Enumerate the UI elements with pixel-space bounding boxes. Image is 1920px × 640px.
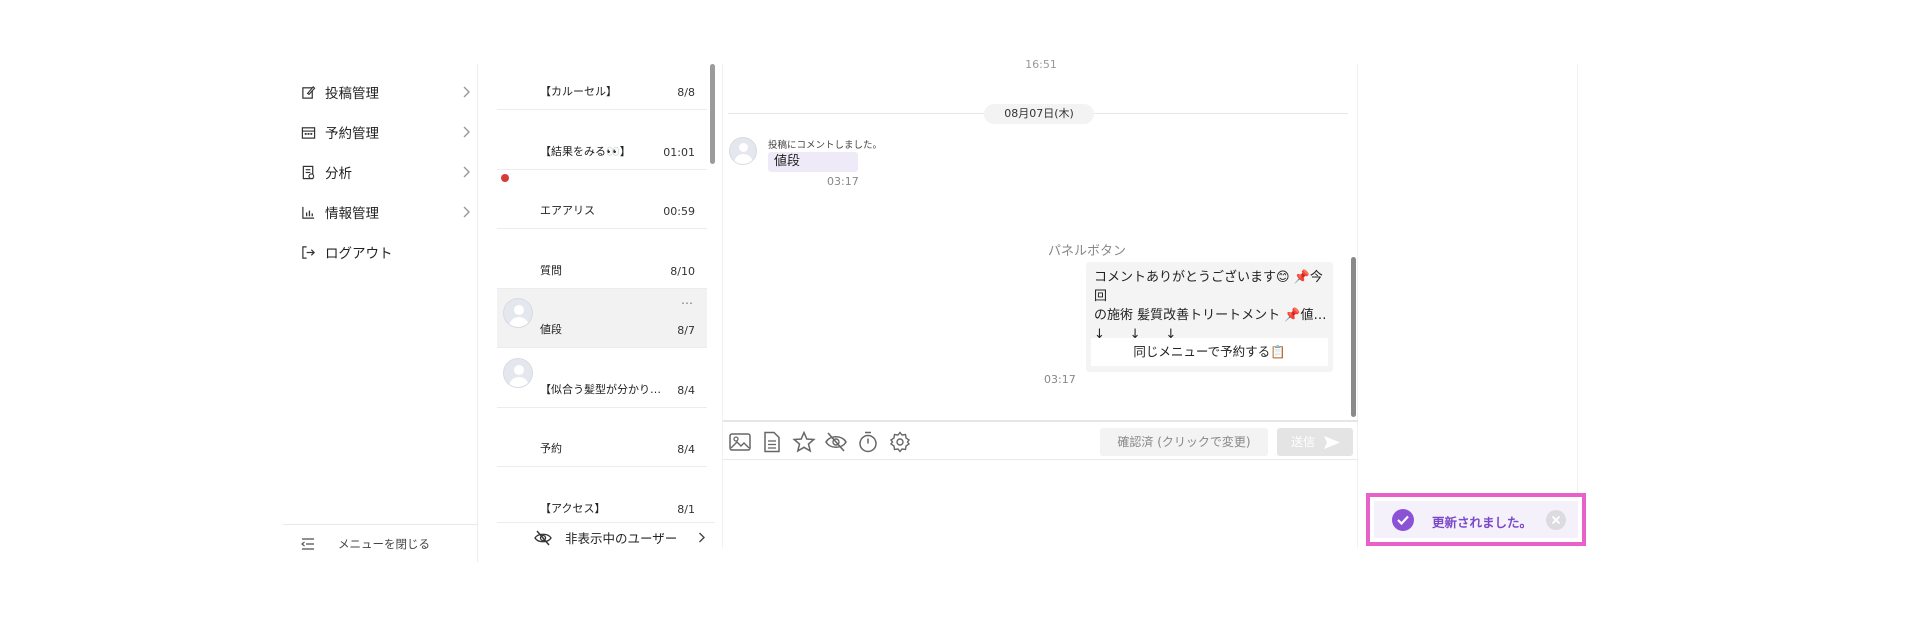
close-menu-button[interactable]: メニューを閉じる	[283, 524, 478, 562]
chevron-right-icon	[463, 166, 470, 178]
chat-scrollbar[interactable]	[1351, 257, 1356, 417]
chevron-right-icon	[463, 86, 470, 98]
more-options-icon[interactable]: …	[681, 293, 694, 307]
avatar-body	[734, 154, 753, 164]
conversation-date: 8/1	[677, 503, 695, 516]
chevron-right-icon	[463, 126, 470, 138]
message-time: 03:17	[827, 175, 859, 188]
close-mark	[1551, 515, 1561, 525]
conversation-date: 01:01	[663, 146, 695, 159]
list-item[interactable]: 【似合う髪型が分かり… 8/4	[497, 349, 707, 408]
conversation-date: 8/4	[677, 443, 695, 456]
sidebar-item-posts[interactable]: 投稿管理	[283, 74, 478, 110]
eye-off-icon	[534, 530, 552, 545]
sidebar-item-label: 情報管理	[325, 206, 379, 222]
avatar-head	[739, 143, 748, 152]
conversation-date: 8/10	[670, 265, 695, 278]
star-icon[interactable]	[792, 431, 816, 453]
sidebar-item-label: 投稿管理	[325, 86, 379, 102]
avatar-head	[514, 365, 524, 375]
confirm-status-button[interactable]: 確認済 (クリックで変更)	[1100, 428, 1268, 456]
close-icon[interactable]	[1546, 510, 1566, 530]
message-time: 03:17	[1044, 373, 1076, 386]
conversation-name: 【カルーセル】	[540, 85, 617, 98]
chat-panel: 16:51 08月07日(木) 投稿にコメントしました。 値段 03:17 パネ…	[722, 58, 1359, 548]
hidden-users-button[interactable]: 非表示中のユーザー	[497, 522, 715, 552]
check-icon	[1392, 509, 1414, 531]
list-item[interactable]: エアアリス 00:59	[497, 170, 707, 229]
timer-icon[interactable]	[856, 431, 880, 453]
eye-off-icon[interactable]	[824, 431, 848, 453]
list-item[interactable]: 【カルーセル】 8/8	[497, 64, 707, 110]
conversation-name: 【似合う髪型が分かり…	[540, 383, 661, 396]
sidebar-item-logout[interactable]: ログアウト	[283, 234, 478, 270]
send-arrow-icon	[1324, 436, 1340, 449]
avatar	[503, 298, 533, 328]
collapse-menu-icon	[301, 537, 314, 550]
incoming-message: 値段	[768, 152, 858, 172]
settings-icon[interactable]	[888, 431, 912, 453]
conversation-name: 予約	[540, 442, 562, 455]
edit-icon	[302, 85, 316, 99]
unread-dot	[501, 174, 509, 182]
panel-button-label: パネルボタン	[1048, 244, 1127, 259]
avatar	[729, 137, 757, 165]
conversation-name: 値段	[540, 323, 562, 336]
sidebar-item-reservations[interactable]: 予約管理	[283, 114, 478, 150]
list-item[interactable]: … 値段 8/7	[497, 289, 707, 348]
avatar-head	[514, 305, 524, 315]
avatar	[503, 358, 533, 388]
toast-notification: 更新されました。	[1366, 493, 1586, 546]
sidebar-item-label: 分析	[325, 166, 352, 182]
chart-icon	[302, 206, 315, 219]
message-toolbar: 確認済 (クリックで変更) 送信	[723, 420, 1359, 460]
sidebar-item-label: 予約管理	[325, 126, 379, 142]
sidebar-item-label: ログアウト	[325, 246, 393, 262]
conversation-list-scrollbar[interactable]	[710, 64, 715, 164]
outgoing-message: コメントありがとうございます😊 📌今回 の施術 髪質改善トリートメント 📌値… …	[1086, 262, 1333, 372]
image-icon[interactable]	[728, 431, 752, 453]
conversation-name: エアアリス	[540, 204, 595, 217]
conversation-date: 8/4	[677, 384, 695, 397]
right-panel	[1358, 64, 1578, 548]
check-mark	[1397, 515, 1409, 526]
report-icon	[302, 165, 315, 179]
sidebar-item-info[interactable]: 情報管理	[283, 194, 478, 230]
send-label: 送信	[1291, 435, 1316, 449]
toast-message: 更新されました。	[1432, 515, 1533, 530]
chevron-right-icon	[699, 532, 705, 543]
document-icon[interactable]	[760, 431, 784, 453]
outgoing-message-text: コメントありがとうございます😊 📌今回 の施術 髪質改善トリートメント 📌値… …	[1094, 270, 1327, 342]
incoming-caption: 投稿にコメントしました。	[768, 140, 883, 151]
calendar-icon	[301, 126, 316, 139]
avatar-body	[509, 377, 529, 387]
date-separator: 08月07日(木)	[984, 104, 1094, 124]
conversation-list: 【カルーセル】 8/8 【結果をみる👀】 01:01 エアアリス 00:59 質…	[497, 64, 715, 548]
avatar-body	[509, 317, 529, 327]
logout-icon	[302, 245, 315, 259]
close-menu-label: メニューを閉じる	[338, 536, 430, 551]
conversation-date: 00:59	[663, 205, 695, 218]
conversation-date: 8/8	[677, 86, 695, 99]
reserve-same-menu-button[interactable]: 同じメニューで予約する📋	[1091, 338, 1328, 366]
hidden-users-label: 非表示中のユーザー	[565, 531, 678, 546]
conversation-name: 【結果をみる👀】	[540, 145, 631, 158]
list-item[interactable]: 【結果をみる👀】 01:01	[497, 111, 707, 170]
message-time: 16:51	[1025, 58, 1057, 71]
conversation-date: 8/7	[677, 324, 695, 337]
sidebar-item-analytics[interactable]: 分析	[283, 154, 478, 190]
list-item[interactable]: 質問 8/10	[497, 230, 707, 289]
list-item[interactable]: 予約 8/4	[497, 408, 707, 467]
chevron-right-icon	[463, 206, 470, 218]
sidebar: 投稿管理 予約管理 分析 情報管理 ログアウト メニューを閉じる	[283, 64, 478, 562]
list-item[interactable]: 【アクセス】 8/1	[497, 468, 707, 527]
conversation-name: 【アクセス】	[540, 502, 606, 515]
send-button[interactable]: 送信	[1277, 428, 1353, 456]
toast-body: 更新されました。	[1374, 501, 1578, 538]
conversation-name: 質問	[540, 264, 562, 277]
